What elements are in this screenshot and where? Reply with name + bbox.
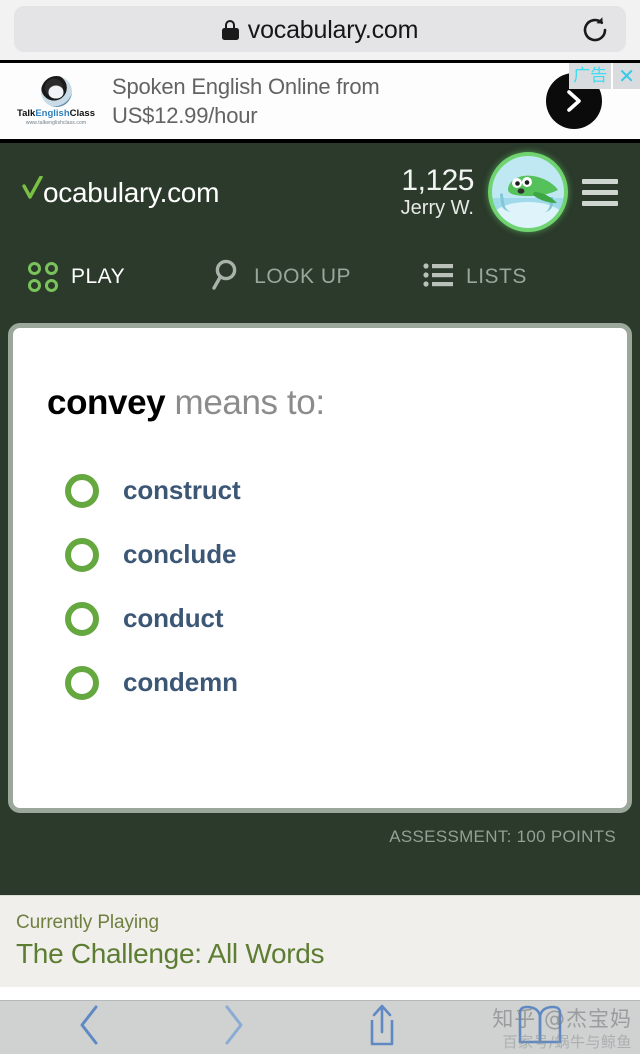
- site-bottom-spacer: [0, 847, 640, 895]
- radio-button-icon[interactable]: [65, 473, 99, 508]
- ad-badges: 广告 ✕: [569, 63, 640, 89]
- answer-options: construct conclude conduct condemn: [47, 459, 593, 715]
- nav-label-lists: LISTS: [466, 265, 527, 288]
- currently-playing-bar[interactable]: Currently Playing The Challenge: All Wor…: [0, 895, 640, 987]
- site-logo[interactable]: ocabulary.com: [22, 174, 220, 209]
- magnifier-icon: [211, 259, 241, 296]
- site-logo-text: ocabulary.com: [43, 176, 220, 208]
- ad-advertiser-logo: TalkEnglishClass www.talkenglishclass.co…: [0, 76, 112, 126]
- list-lines-icon: [423, 262, 454, 293]
- url-display[interactable]: vocabulary.com: [0, 0, 640, 60]
- browser-url-bar: vocabulary.com: [0, 0, 640, 60]
- share-upload-icon[interactable]: [364, 1003, 400, 1052]
- header-right-group: 1,125 Jerry W.: [401, 152, 618, 232]
- ad-container: TalkEnglishClass www.talkenglishclass.co…: [0, 60, 640, 143]
- ad-label: 广告: [569, 63, 612, 89]
- headphones-globe-icon: [40, 76, 72, 107]
- user-score-block[interactable]: 1,125 Jerry W.: [400, 163, 475, 220]
- four-circles-icon: [28, 262, 58, 292]
- hamburger-menu-icon[interactable]: [582, 178, 618, 206]
- chevron-left-icon[interactable]: [77, 1004, 103, 1051]
- answer-option-label: condemn: [123, 667, 238, 697]
- nav-label-look-up: LOOK UP: [254, 265, 352, 288]
- currently-playing-title: The Challenge: All Words: [16, 938, 325, 969]
- site-content: ocabulary.com 1,125 Jerry W. PLAY LOOK U…: [0, 143, 640, 895]
- chevron-right-icon[interactable]: [220, 1004, 246, 1051]
- radio-button-icon[interactable]: [65, 665, 99, 700]
- answer-option[interactable]: construct: [47, 459, 593, 523]
- nav-item-look-up[interactable]: LOOK UP: [211, 259, 351, 296]
- answer-option-label: conclude: [123, 539, 237, 569]
- question-card: convey means to: construct conclude cond…: [8, 323, 632, 813]
- ad-banner[interactable]: TalkEnglishClass www.talkenglishclass.co…: [0, 63, 640, 139]
- browser-bottom-toolbar: 知乎 @杰宝妈 百家号/蜗牛与鲸鱼: [0, 1000, 640, 1054]
- answer-option[interactable]: conduct: [47, 587, 593, 651]
- ad-advertiser-url: www.talkenglishclass.com: [25, 120, 87, 126]
- site-nav: PLAY LOOK UP LISTS: [0, 241, 640, 313]
- open-book-icon[interactable]: [517, 1005, 563, 1050]
- radio-button-icon[interactable]: [65, 537, 99, 572]
- user-name: Jerry W.: [400, 197, 474, 220]
- reload-icon[interactable]: [580, 15, 610, 45]
- assessment-label: ASSESSMENT: 100 POINTS: [389, 827, 616, 846]
- url-text: vocabulary.com: [247, 15, 419, 44]
- ad-close-button[interactable]: ✕: [613, 63, 640, 89]
- nav-item-play[interactable]: PLAY: [28, 262, 125, 292]
- currently-playing-eyebrow: Currently Playing: [16, 912, 159, 933]
- check-v-icon: [22, 174, 43, 209]
- nav-label-play: PLAY: [71, 265, 126, 288]
- question-prompt: convey means to:: [47, 383, 593, 423]
- answer-option-label: conduct: [123, 603, 224, 633]
- question-prompt-rest: means to:: [165, 383, 326, 422]
- answer-option-label: construct: [123, 475, 241, 505]
- ad-advertiser-name: TalkEnglishClass: [17, 108, 95, 119]
- chevron-right-circle-icon: [567, 90, 581, 112]
- answer-option[interactable]: conclude: [47, 523, 593, 587]
- nav-item-lists[interactable]: LISTS: [423, 262, 527, 293]
- question-word: convey: [47, 383, 166, 422]
- site-header: ocabulary.com 1,125 Jerry W.: [0, 143, 640, 241]
- question-card-area: convey means to: construct conclude cond…: [0, 313, 640, 813]
- score-points: 1,125: [401, 163, 474, 197]
- fish-avatar-icon[interactable]: [488, 152, 568, 232]
- answer-option[interactable]: condemn: [47, 651, 593, 715]
- radio-button-icon[interactable]: [65, 601, 99, 636]
- lock-icon: [221, 19, 239, 41]
- screen-root: vocabulary.com TalkEnglishClass www.talk…: [0, 0, 640, 1054]
